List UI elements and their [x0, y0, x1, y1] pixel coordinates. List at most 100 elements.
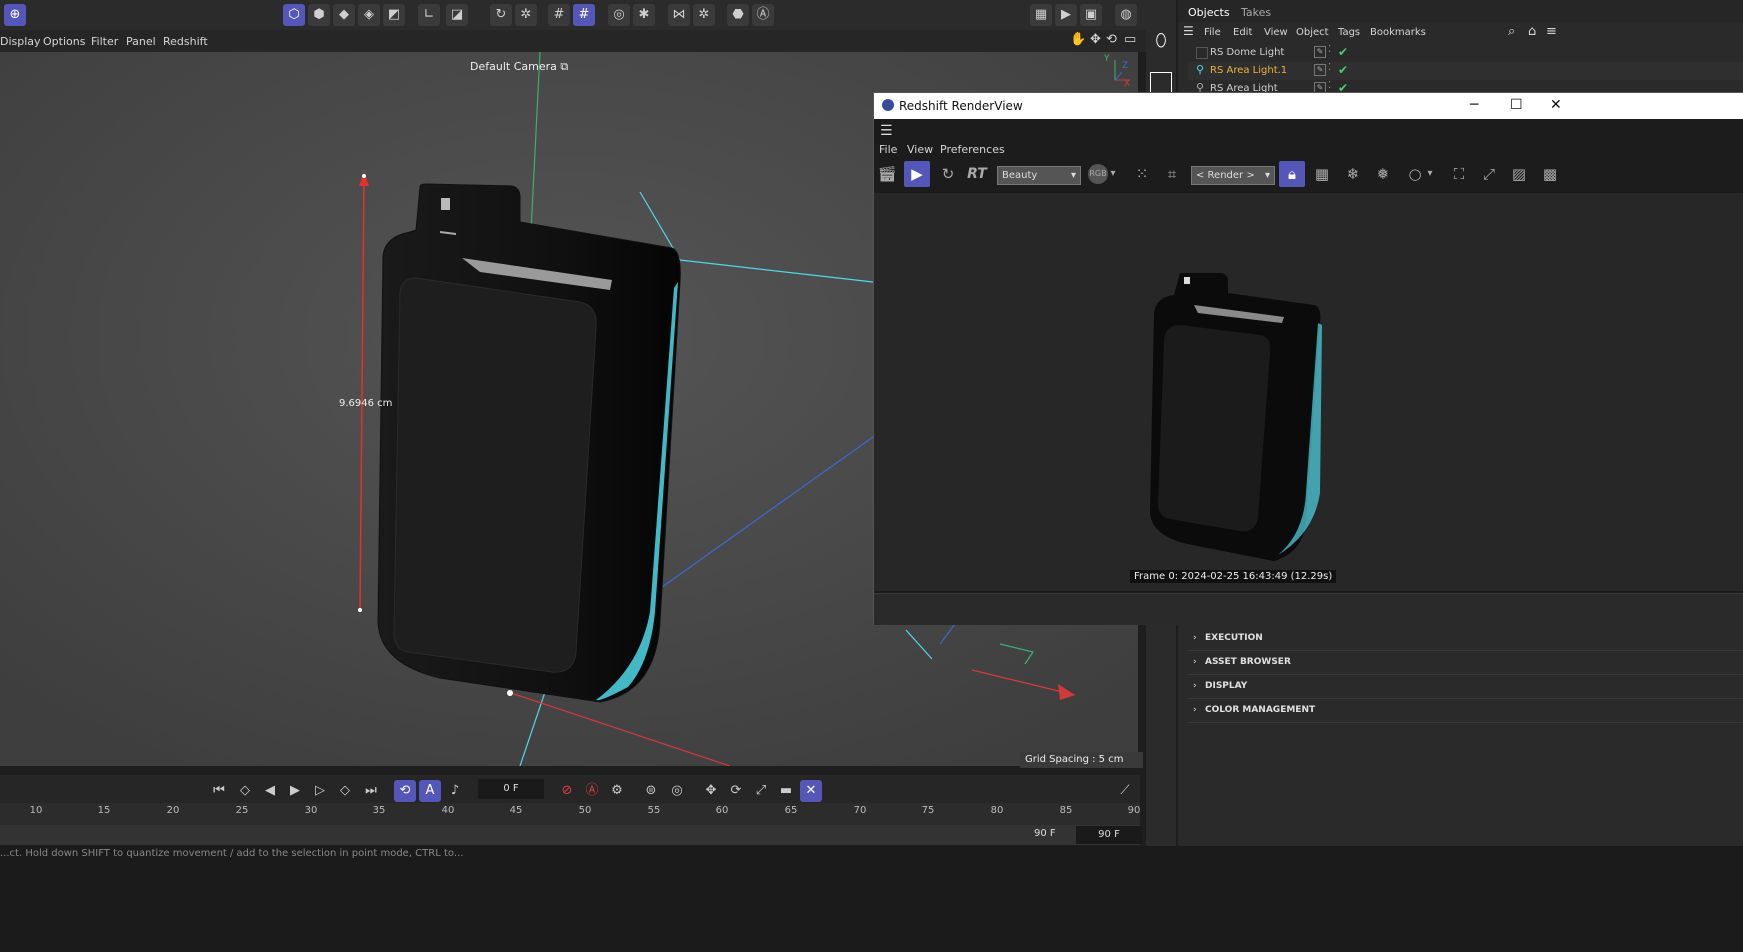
edit-icon[interactable]: ✎ [1314, 64, 1326, 76]
dots-grid-icon[interactable]: ⁙ [1129, 161, 1155, 187]
render-view-icon[interactable]: ▶ [1055, 4, 1077, 26]
move-view-icon[interactable]: ✥ [1090, 32, 1101, 47]
timeline-icon[interactable]: ⟋ [1114, 780, 1136, 802]
search-icon[interactable]: ⌕ [1508, 24, 1515, 39]
position-key-icon[interactable]: ✥ [700, 780, 722, 802]
render-region-icon[interactable]: ▦ [1030, 4, 1052, 26]
rt-icon[interactable]: RT [964, 161, 990, 187]
circle-icon[interactable]: ◎ [608, 4, 630, 26]
polygons-icon[interactable]: ◈ [358, 4, 380, 26]
stripes-icon[interactable]: ▨ [1506, 161, 1532, 187]
menu-display[interactable]: Display [0, 35, 41, 48]
renderview-titlebar[interactable]: Redshift RenderView ─ ☐ ✕ [874, 93, 1743, 119]
check-icon[interactable]: ✔ [1338, 81, 1348, 92]
section-display[interactable]: › DISPLAY [1188, 674, 1743, 699]
refresh-icon[interactable]: ↻ [935, 161, 961, 187]
autokey-a-icon[interactable]: Ⓐ [581, 780, 603, 802]
menu-redshift[interactable]: Redshift [163, 35, 208, 48]
workplane-icon[interactable]: ✱ [633, 4, 655, 26]
menu-options[interactable]: Options [43, 35, 85, 48]
lock-key-icon[interactable]: ⊜ [640, 780, 662, 802]
grid-snap-icon[interactable]: # [548, 4, 570, 26]
focus-icon[interactable]: ⛶ [1446, 161, 1472, 187]
axis-icon[interactable]: ∟ [418, 4, 440, 26]
menu-tags[interactable]: Tags [1338, 27, 1360, 38]
symmetry-icon[interactable]: ⋈ [668, 4, 690, 26]
check-icon[interactable]: ✔ [1338, 45, 1348, 59]
home-icon[interactable]: ⌂ [1528, 24, 1536, 39]
maximize-view-icon[interactable]: ▭ [1124, 32, 1136, 47]
close-button[interactable]: ✕ [1550, 97, 1562, 113]
motion-icon[interactable]: ◎ [666, 780, 688, 802]
object-row[interactable]: ⚲ RS Area Light.1 ✎ ⁚ ✔ [1188, 62, 1743, 80]
maximize-button[interactable]: ☐ [1510, 97, 1523, 113]
render-queue-icon[interactable]: ▣ [1080, 4, 1102, 26]
settings-icon[interactable]: ✲ [693, 4, 715, 26]
section-asset-browser[interactable]: › ASSET BROWSER [1188, 650, 1743, 675]
menu-preferences[interactable]: Preferences [940, 143, 1005, 156]
hamburger-icon[interactable]: ☰ [880, 123, 893, 139]
auto-key-icon[interactable]: A [419, 780, 441, 802]
render-canvas[interactable] [874, 193, 1743, 591]
timeline-range-bar[interactable] [0, 825, 1140, 845]
snap-icon[interactable]: # [573, 4, 595, 26]
snowflake-icon[interactable]: ❄ [1340, 161, 1366, 187]
uv-icon[interactable]: ◩ [383, 4, 405, 26]
solo-icon[interactable]: ◪ [446, 4, 468, 26]
tab-takes[interactable]: Takes [1241, 6, 1271, 19]
menu-file[interactable]: File [879, 143, 897, 156]
check-icon[interactable]: ✔ [1338, 63, 1348, 77]
snowflake-settings-icon[interactable]: ❅ [1370, 161, 1396, 187]
model-mode-icon[interactable]: ⬡ [283, 4, 305, 26]
edit-icon[interactable]: ✎ [1314, 46, 1326, 58]
sound-icon[interactable]: ♪ [444, 780, 466, 802]
visibility-dots-icon[interactable]: ⁚ [1328, 62, 1331, 73]
go-start-icon[interactable]: ⏮ [208, 780, 230, 802]
rotate-view-icon[interactable]: ⟲ [1106, 32, 1117, 47]
text-A-icon[interactable]: Ⓐ [752, 4, 774, 26]
crop-icon[interactable]: ⌗ [1159, 161, 1185, 187]
menu-object[interactable]: Object [1296, 27, 1329, 38]
object-row[interactable]: ⚲ RS Area Light ✎ ⁚ ✔ [1188, 80, 1743, 92]
play-render-icon[interactable]: ▶ [904, 161, 930, 187]
chevron-down-icon[interactable]: ▾ [1107, 161, 1119, 187]
pla-key-icon[interactable]: ✕ [800, 780, 822, 802]
menu-filter[interactable]: Filter [91, 35, 118, 48]
rotation-key-icon[interactable]: ⟳ [725, 780, 747, 802]
visibility-dots-icon[interactable]: ⁚ [1328, 80, 1331, 91]
section-color-management[interactable]: › COLOR MANAGEMENT [1188, 698, 1743, 723]
menu-edit[interactable]: Edit [1233, 27, 1252, 38]
menu-view[interactable]: View [1264, 27, 1288, 38]
menu-bookmarks[interactable]: Bookmarks [1370, 27, 1426, 38]
hamburger-icon[interactable]: ☰ [1183, 24, 1194, 38]
scale-key-icon[interactable]: ⤢ [750, 780, 772, 802]
aov-select[interactable]: Beauty ▾ [997, 166, 1081, 185]
filter-icon[interactable]: ≡ [1546, 24, 1557, 39]
edges-icon[interactable]: ◆ [333, 4, 355, 26]
menu-file[interactable]: File [1204, 27, 1221, 38]
clapper-icon[interactable]: 🎬︎ [874, 161, 900, 187]
render-select[interactable]: < Render > ▾ [1191, 166, 1275, 185]
menu-panel[interactable]: Panel [126, 35, 156, 48]
play-icon[interactable]: ▶ [284, 780, 306, 802]
hand-icon[interactable]: ✋ [1070, 32, 1086, 47]
end-frame-field[interactable]: 90 F [1076, 826, 1142, 844]
prev-key-icon[interactable]: ◇ [234, 780, 256, 802]
gear-icon[interactable]: ✲ [515, 4, 537, 26]
minimize-button[interactable]: ─ [1470, 97, 1478, 113]
keyframe-settings-icon[interactable]: ⚙ [606, 780, 628, 802]
prev-frame-icon[interactable]: ◀ [259, 780, 281, 802]
next-key-icon[interactable]: ◇ [334, 780, 356, 802]
move-icon[interactable]: ↻ [490, 4, 512, 26]
next-frame-icon[interactable]: ▷ [309, 780, 331, 802]
image-icon[interactable]: ▩ [1537, 161, 1563, 187]
visibility-dots-icon[interactable]: ⁚ [1328, 44, 1331, 55]
current-frame-field[interactable]: 0 F [478, 779, 544, 799]
param-key-icon[interactable]: ▬ [775, 780, 797, 802]
fit-icon[interactable]: ⤢ [1476, 161, 1502, 187]
go-end-icon[interactable]: ⏭ [360, 780, 382, 802]
loop-icon[interactable]: ⟲ [394, 780, 416, 802]
menu-view[interactable]: View [907, 143, 933, 156]
picture-viewer-icon[interactable]: ◍ [1115, 4, 1137, 26]
lock-icon[interactable]: 🔒︎ [1279, 161, 1305, 187]
